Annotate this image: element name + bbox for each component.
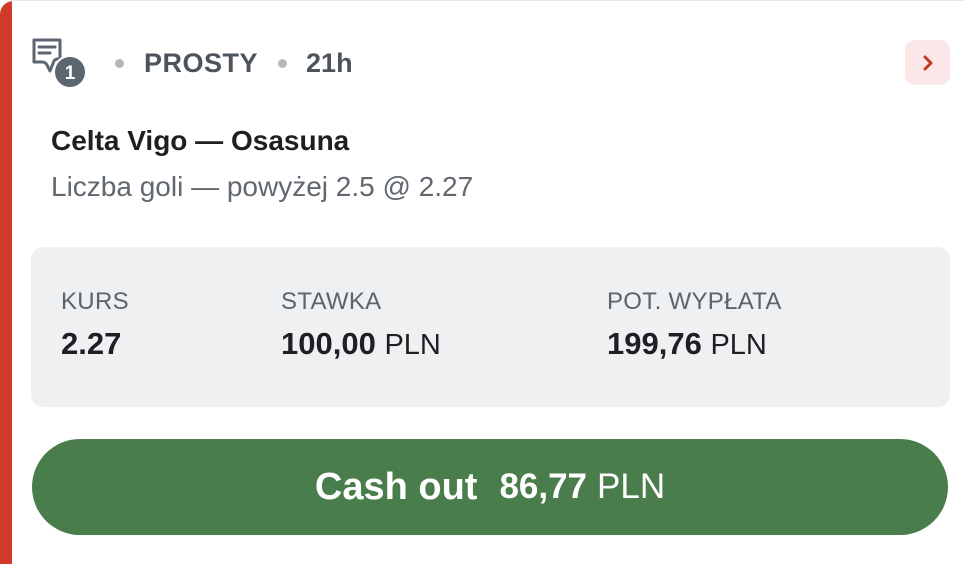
expand-bet-button[interactable] (905, 40, 950, 85)
bet-selection: Liczba goli — powyżej 2.5 @ 2.27 (51, 171, 474, 202)
cash-out-amount: 86,77 (499, 467, 588, 506)
bet-slip-icon-group: 1 (28, 35, 88, 91)
odds-stat: KURS 2.27 (61, 288, 129, 362)
stake-currency: PLN (384, 329, 441, 361)
stake-value: 100,00 (281, 326, 376, 361)
bet-type-label: PROSTY (144, 47, 259, 78)
status-accent-bar (0, 1, 12, 564)
bet-card: 1 PROSTY 21h Celta Vigo — Osasuna Liczba… (0, 0, 965, 564)
bet-header: 1 PROSTY 21h (28, 35, 353, 91)
chevron-right-icon (923, 55, 932, 70)
odds-label: KURS (61, 288, 129, 315)
separator-dot (115, 58, 124, 68)
payout-label: POT. WYPŁATA (607, 288, 782, 315)
cash-out-button[interactable]: Cash out 86,77 PLN (32, 439, 948, 535)
match-title: Celta Vigo — Osasuna (51, 125, 350, 156)
bet-stats-panel: KURS 2.27 STAWKA 100,00 PLN POT. WYPŁATA… (31, 247, 950, 407)
separator-dot (278, 58, 288, 68)
payout-value: 199,76 (607, 326, 702, 361)
stake-value-row: 100,00 PLN (281, 326, 441, 362)
bet-time-label: 21h (306, 47, 353, 78)
payout-stat: POT. WYPŁATA 199,76 PLN (607, 288, 782, 362)
cash-out-currency: PLN (597, 467, 666, 506)
cash-out-label: Cash out (314, 465, 478, 508)
payout-value-row: 199,76 PLN (607, 326, 782, 362)
stake-label: STAWKA (281, 288, 382, 315)
odds-value: 2.27 (61, 326, 122, 361)
bet-count-badge: 1 (53, 55, 87, 89)
payout-currency: PLN (710, 329, 767, 361)
stake-stat: STAWKA 100,00 PLN (281, 288, 441, 362)
